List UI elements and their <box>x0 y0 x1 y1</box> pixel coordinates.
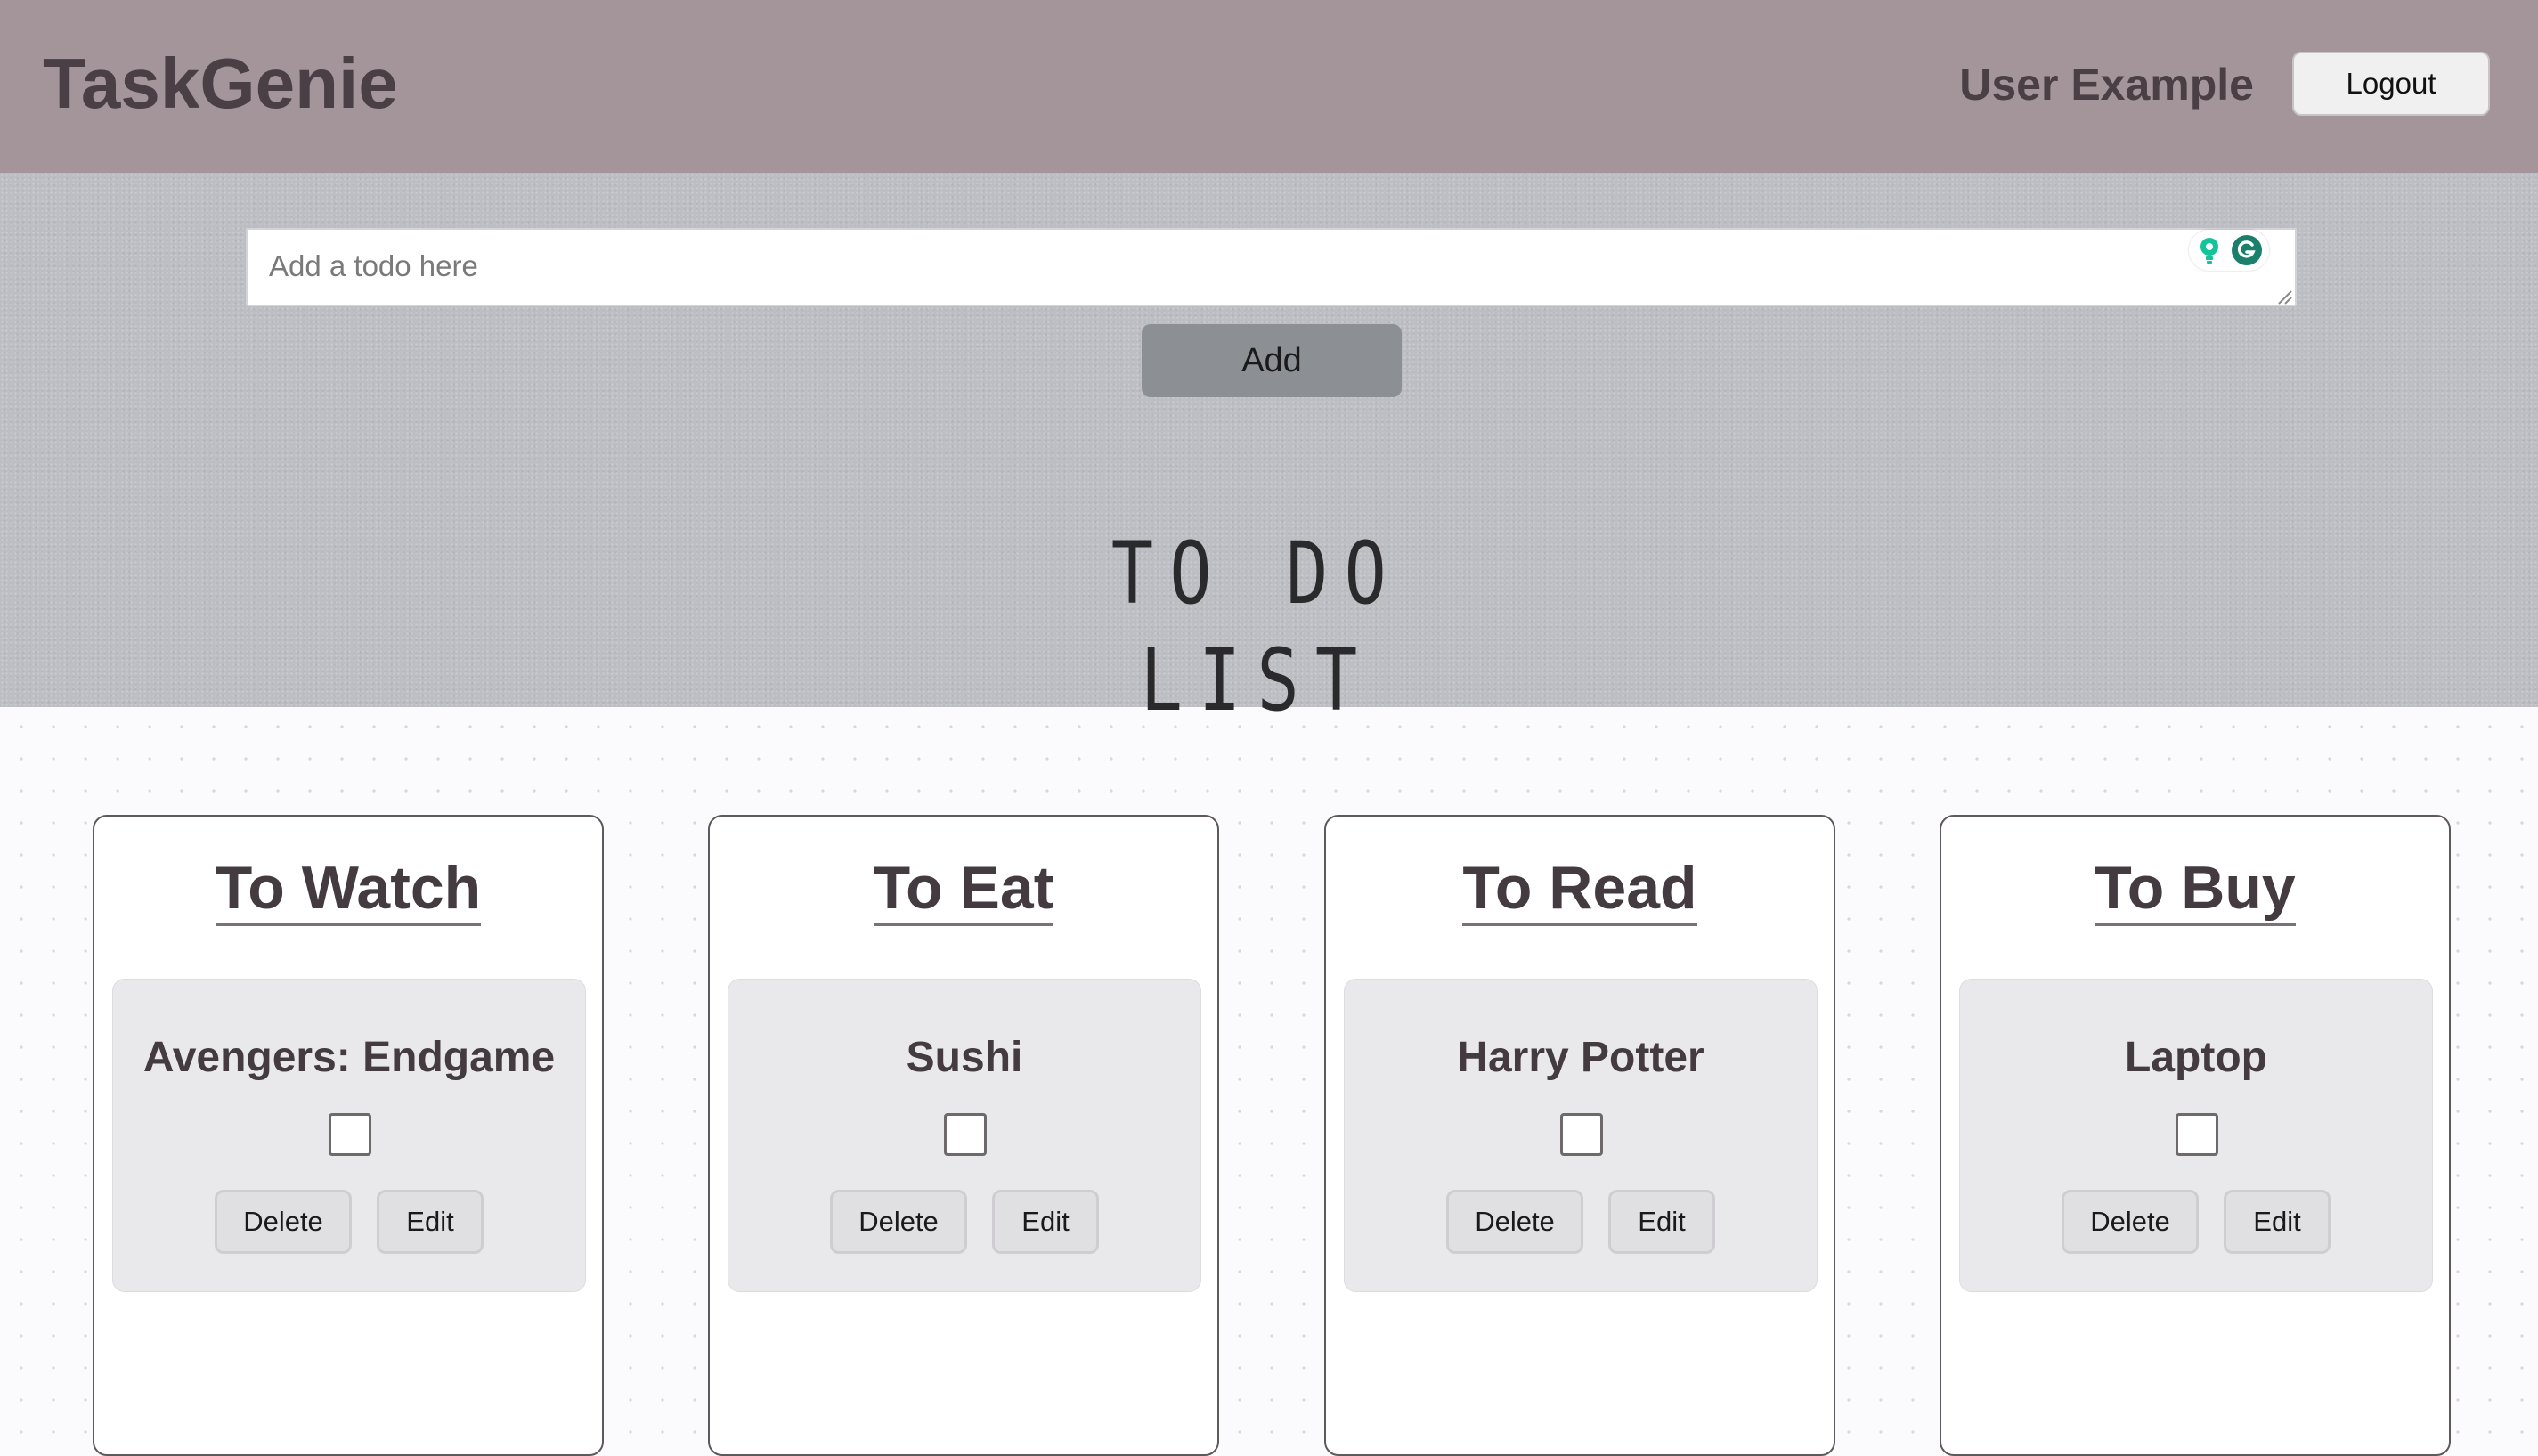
resize-handle-icon[interactable] <box>2276 289 2292 305</box>
todo-title: Sushi <box>906 1034 1023 1081</box>
todo-card: Avengers: Endgame Delete Edit <box>112 979 586 1292</box>
user-name: User Example <box>1959 60 2254 110</box>
delete-button[interactable]: Delete <box>215 1190 352 1254</box>
column-to-read: To Read Harry Potter Delete Edit <box>1324 815 1835 1456</box>
hero-title: TO DO LIST <box>1110 524 1403 730</box>
column-to-buy: To Buy Laptop Delete Edit <box>1940 815 2451 1456</box>
todo-checkbox[interactable] <box>2176 1113 2218 1156</box>
column-to-eat: To Eat Sushi Delete Edit <box>708 815 1219 1456</box>
edit-button[interactable]: Edit <box>1608 1190 1715 1254</box>
delete-button[interactable]: Delete <box>830 1190 967 1254</box>
todo-checkbox[interactable] <box>944 1113 987 1156</box>
todo-card: Harry Potter Delete Edit <box>1344 979 1818 1292</box>
todo-checkbox[interactable] <box>1560 1113 1603 1156</box>
todo-checkbox[interactable] <box>329 1113 371 1156</box>
app-logo-title: TaskGenie <box>43 44 398 123</box>
todo-title: Harry Potter <box>1457 1034 1704 1081</box>
column-title: To Watch <box>94 852 602 926</box>
lightbulb-icon[interactable] <box>2194 235 2225 265</box>
column-to-watch: To Watch Avengers: Endgame Delete Edit <box>93 815 604 1456</box>
logout-button[interactable]: Logout <box>2292 52 2490 116</box>
grammarly-icon[interactable] <box>2230 233 2264 267</box>
todo-title: Laptop <box>2125 1034 2267 1081</box>
todo-card: Sushi Delete Edit <box>728 979 1201 1292</box>
delete-button[interactable]: Delete <box>1446 1190 1583 1254</box>
column-title: To Read <box>1326 852 1834 926</box>
edit-button[interactable]: Edit <box>377 1190 484 1254</box>
add-button[interactable]: Add <box>1142 324 1402 397</box>
hero-banner: Add TO DO LIST <box>0 173 2538 730</box>
edit-button[interactable]: Edit <box>2224 1190 2331 1254</box>
browser-extension-icons[interactable] <box>2189 230 2269 271</box>
column-title: To Buy <box>1941 852 2449 926</box>
todo-input[interactable] <box>246 228 2297 306</box>
column-title: To Eat <box>710 852 1217 926</box>
todo-title: Avengers: Endgame <box>142 1034 556 1081</box>
todo-card: Laptop Delete Edit <box>1959 979 2433 1292</box>
edit-button[interactable]: Edit <box>992 1190 1099 1254</box>
app-header: TaskGenie User Example Logout <box>0 0 2538 173</box>
delete-button[interactable]: Delete <box>2062 1190 2199 1254</box>
